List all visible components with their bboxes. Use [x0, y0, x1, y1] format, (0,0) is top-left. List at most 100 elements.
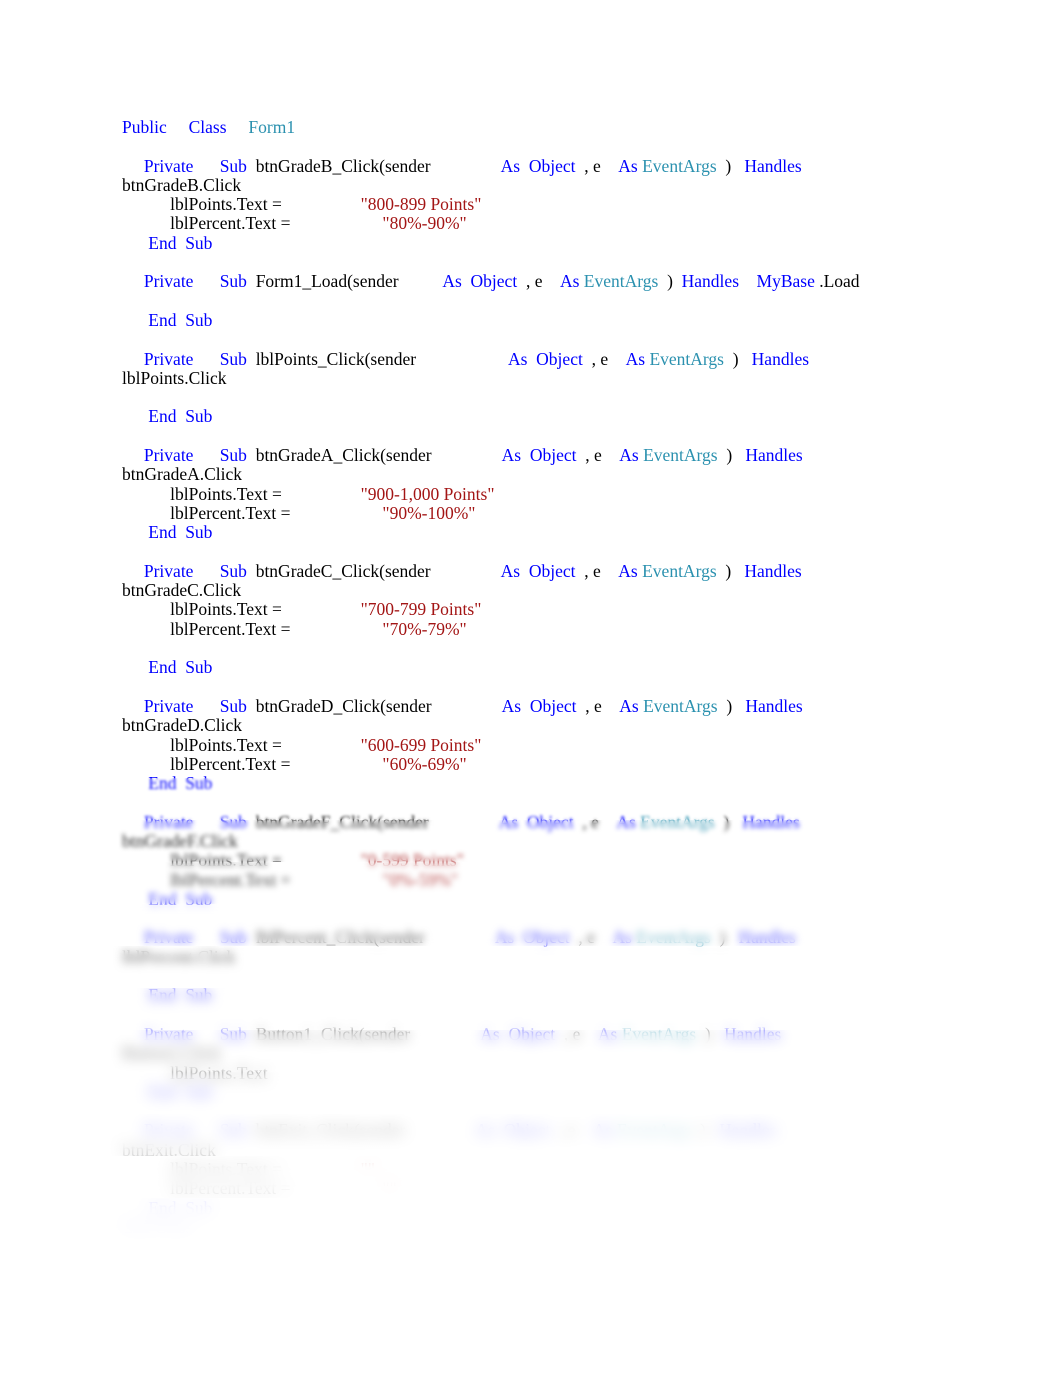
blur-band-12: [0, 1248, 1062, 1377]
handles-target-btnexit: btnExit.Click: [122, 1140, 1002, 1160]
proc-name-btngradec: btnGradeC_Click(sender: [255, 560, 431, 581]
keyword-end: End: [148, 522, 177, 543]
keyword-as-1: As: [498, 811, 519, 832]
end-sub-lblpointsclick: End Sub: [122, 407, 1002, 426]
proc-name-btngraded: btnGradeD_Click(sender: [255, 695, 432, 716]
string-literal: "700-799 Points": [360, 599, 482, 620]
string-literal: "": [382, 1178, 397, 1199]
keyword-private: Private: [143, 271, 194, 292]
close-paren-1: ): [726, 445, 733, 466]
keyword-public: Public: [122, 117, 167, 137]
keyword-as-2: As: [619, 695, 639, 716]
param-e-1: , e: [582, 811, 599, 832]
keyword-sub: Sub: [219, 445, 247, 466]
assign-lblpoints-f: lblPoints.Text = "0-599 Points": [122, 851, 1002, 870]
string-literal: "600-699 Points": [360, 734, 482, 755]
close-paren-1: ): [719, 927, 726, 948]
keyword-object-1: Object: [526, 811, 574, 832]
string-literal: "900-1,000 Points": [360, 483, 495, 504]
keyword-as-1: As: [480, 1023, 500, 1044]
handles-target-btngradef: btnGradeF.Click: [122, 830, 1002, 851]
keyword-as-1: As: [475, 1120, 495, 1141]
keyword-end: End: [148, 1081, 177, 1102]
handles-value: btnGradeC.Click: [122, 580, 242, 601]
param-e-1: , e: [591, 348, 609, 369]
keyword-sub: Sub: [185, 1197, 213, 1218]
proc-signature-button1click: Private Sub Button1_Click(sender As Obje…: [122, 1023, 1002, 1044]
param-e-1: , e: [585, 695, 602, 716]
keyword-as-2: As: [612, 927, 632, 948]
param-e-1: , e: [578, 927, 595, 948]
keyword-end: End: [148, 309, 177, 330]
type-eventargs-1: EventArgs: [636, 927, 711, 948]
keyword-sub: Sub: [185, 406, 213, 427]
assign-lblpoints-a: lblPoints.Text = "900-1,000 Points": [122, 483, 1002, 504]
keyword-as-1: As: [442, 271, 462, 292]
proc-signature-btngradeb: Private Sub btnGradeB_Click(sender As Ob…: [122, 155, 1002, 176]
assign-target: lblPoints.Text =: [170, 599, 282, 620]
class-name-form1: Form1: [248, 117, 296, 137]
handles-value: Button1.Click: [122, 1043, 221, 1064]
keyword-handles-1: Handles: [723, 1023, 782, 1044]
assign-lblpoints-b: lblPoints.Text = "800-899 Points": [122, 195, 1002, 214]
close-paren-1: ): [726, 695, 733, 716]
keyword-sub: Sub: [219, 271, 247, 292]
keyword-as-2: As: [616, 811, 636, 832]
param-e-1: , e: [585, 445, 602, 466]
handles-target-btngradeb: btnGradeB.Click: [122, 175, 1002, 195]
keyword-private: Private: [143, 811, 194, 832]
handles-value: btnGradeF.Click: [122, 830, 238, 851]
keyword-object-1: Object: [529, 695, 577, 716]
keyword-as-2: As: [625, 348, 646, 369]
keyword-end: End: [148, 985, 177, 1006]
keyword-end: End: [148, 773, 177, 794]
type-eventargs-1: EventArgs: [616, 1120, 692, 1141]
type-eventargs-1: EventArgs: [649, 348, 724, 369]
handles-target-lblpoints: lblPoints.Click: [122, 368, 1002, 388]
keyword-sub: Sub: [185, 657, 213, 678]
keyword-handles-1: Handles: [745, 695, 803, 716]
param-e-1: , e: [525, 271, 543, 292]
keyword-handles-1: Handles: [751, 348, 810, 369]
close-paren-1: ): [725, 560, 732, 581]
keyword-as-2: As: [618, 560, 638, 581]
end-sub-a: End Sub: [122, 523, 1002, 542]
type-eventargs-1: EventArgs: [643, 695, 718, 716]
keyword-end: End: [148, 888, 177, 909]
keyword-end: End: [148, 406, 177, 427]
assign-target: lblPercent.Text =: [170, 618, 291, 639]
proc-name-button1click: Button1_Click(sender: [255, 1023, 411, 1044]
keyword-as-1: As: [500, 155, 521, 176]
keyword-as-2: As: [597, 1023, 618, 1044]
assign-lblpercent-b: lblPercent.Text = "80%-90%": [122, 214, 1002, 233]
keyword-object-1: Object: [528, 560, 576, 581]
keyword-handles-1: Handles: [742, 811, 800, 832]
assign-target: lblPercent.Text =: [170, 502, 291, 523]
close-paren-1: ): [667, 271, 673, 292]
type-eventargs-1: EventArgs: [640, 811, 715, 832]
type-eventargs-1: EventArgs: [583, 271, 659, 292]
proc-signature-btngradea: Private Sub btnGradeA_Click(sender As Ob…: [122, 445, 1002, 466]
end-sub-f: End Sub: [122, 888, 1002, 909]
source-code-listing: Public Class Form1 Private Sub btnGradeB…: [122, 117, 1002, 1237]
string-literal: "800-899 Points": [360, 194, 482, 215]
assign-target: lblPoints.Text: [170, 1062, 268, 1083]
proc-name-form1load: Form1_Load(sender: [255, 271, 399, 292]
handles-value: lblPercent.Click: [122, 946, 236, 967]
string-literal: "80%-90%": [382, 213, 467, 234]
assign-lblpoints-c: lblPoints.Text = "700-799 Points": [122, 600, 1002, 619]
keyword-sub: Sub: [185, 888, 213, 909]
keyword-object-1: Object: [508, 1023, 556, 1044]
proc-name-btngradea: btnGradeA_Click(sender: [255, 445, 432, 466]
keyword-handles-1: Handles: [738, 927, 796, 948]
close-paren-1: ): [723, 811, 730, 832]
type-eventargs-1: EventArgs: [643, 445, 718, 466]
